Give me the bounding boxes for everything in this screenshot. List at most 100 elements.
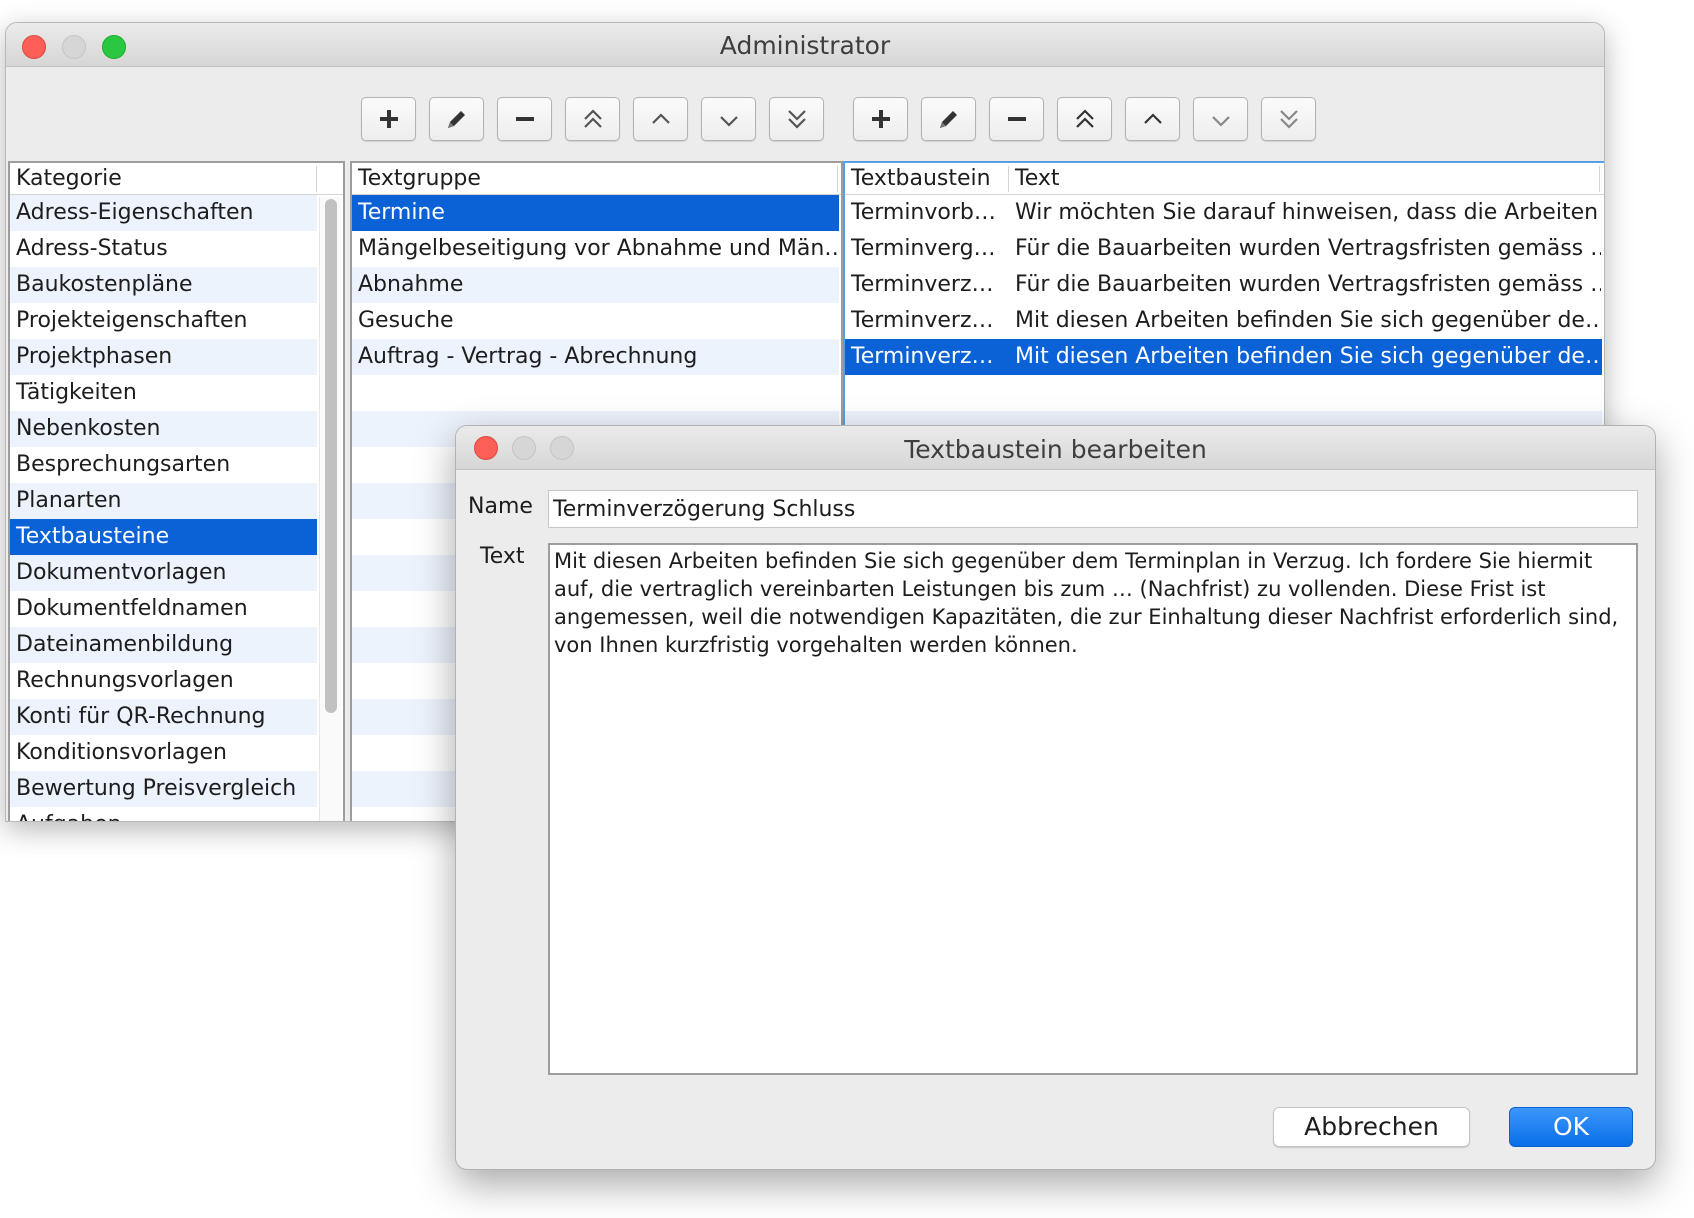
table-row[interactable]: Terminvorb… Wir möchten Sie darauf hinwei… <box>845 195 1602 231</box>
move-up-textbaustein-button[interactable] <box>1125 97 1180 141</box>
plus-icon <box>871 110 890 128</box>
column-separator <box>1599 166 1600 192</box>
kategorie-item[interactable]: Projekteigenschaften <box>10 303 317 339</box>
kategorie-scrollbar[interactable] <box>319 197 341 821</box>
dialog-title-bar[interactable]: Textbaustein bearbeiten <box>456 426 1655 470</box>
kategorie-item[interactable]: Textbausteine <box>10 519 317 555</box>
move-down-textbaustein-button[interactable] <box>1193 97 1248 141</box>
table-row[interactable]: Terminverz… Mit diesen Arbeiten befinden … <box>845 339 1602 375</box>
minus-icon <box>1007 117 1026 121</box>
kategorie-item-label: Adress-Status <box>16 236 168 261</box>
remove-textbaustein-button[interactable] <box>989 97 1044 141</box>
textbaustein-text-cell: Für die Bauarbeiten wurden Vertragsfrist… <box>1015 236 1601 261</box>
kategorie-scroll-thumb[interactable] <box>325 199 337 713</box>
kategorie-item-label: Textbausteine <box>16 524 170 549</box>
textgruppe-item[interactable]: Auftrag - Vertrag - Abrechnung <box>352 339 839 375</box>
textgruppe-item[interactable]: Abnahme <box>352 267 839 303</box>
textbaustein-text-cell: Mit diesen Arbeiten befinden Sie sich ge… <box>1015 308 1601 333</box>
textbaustein-name-cell: Terminverz… <box>851 272 994 297</box>
edit-textbaustein-button[interactable] <box>921 97 976 141</box>
textgruppe-item-label: Abnahme <box>358 272 464 297</box>
table-row[interactable]: Terminverg… Für die Bauarbeiten wurden Ve… <box>845 231 1602 267</box>
table-row[interactable]: Terminverz… Mit diesen Arbeiten befinden … <box>845 303 1602 339</box>
cancel-button[interactable]: Abbrechen <box>1273 1107 1470 1147</box>
double-chevron-down-icon <box>1279 110 1298 129</box>
textbaustein-name-cell: Terminvorb… <box>851 200 996 225</box>
textgruppe-item[interactable]: Gesuche <box>352 303 839 339</box>
kategorie-item-label: Baukostenpläne <box>16 272 193 297</box>
remove-textgruppe-button[interactable] <box>497 97 552 141</box>
kategorie-item[interactable]: Konti für QR-Rechnung <box>10 699 317 735</box>
kategorie-item[interactable]: Projektphasen <box>10 339 317 375</box>
plus-icon <box>379 110 398 128</box>
kategorie-item-label: Planarten <box>16 488 122 513</box>
textbaustein-text-cell: Wir möchten Sie darauf hinweisen, dass d… <box>1015 200 1601 225</box>
dialog-title: Textbaustein bearbeiten <box>904 435 1207 464</box>
textgruppe-item-label: Auftrag - Vertrag - Abrechnung <box>358 344 698 369</box>
title-bar[interactable]: Administrator <box>6 23 1604 67</box>
textgruppe-item[interactable]: Termine <box>352 195 839 231</box>
move-up-textgruppe-button[interactable] <box>633 97 688 141</box>
double-chevron-up-icon <box>1075 109 1094 128</box>
kategorie-item[interactable]: Adress-Status <box>10 231 317 267</box>
kategorie-item[interactable]: Baukostenpläne <box>10 267 317 303</box>
pencil-icon <box>939 111 957 128</box>
kategorie-header[interactable]: Kategorie <box>10 163 343 195</box>
kategorie-item-label: Dokumentvorlagen <box>16 560 227 585</box>
double-chevron-down-icon <box>787 110 806 129</box>
kategorie-item[interactable]: Dokumentvorlagen <box>10 555 317 591</box>
kategorie-item-label: Projekteigenschaften <box>16 308 248 333</box>
kategorie-item-label: Projektphasen <box>16 344 173 369</box>
edit-textgruppe-button[interactable] <box>429 97 484 141</box>
move-down-textgruppe-button[interactable] <box>701 97 756 141</box>
chevron-down-icon <box>1211 116 1230 127</box>
minus-icon <box>515 117 534 121</box>
name-label: Name <box>468 494 533 519</box>
text-area[interactable]: Mit diesen Arbeiten befinden Sie sich ge… <box>548 543 1638 1075</box>
textgruppe-item[interactable]: Mängelbeseitigung vor Abnahme und Män… <box>352 231 839 267</box>
kategorie-item[interactable]: Planarten <box>10 483 317 519</box>
kategorie-column-header[interactable]: Kategorie <box>10 163 122 195</box>
kategorie-item-label: Rechnungsvorlagen <box>16 668 234 693</box>
empty-row <box>845 375 1602 411</box>
table-row[interactable]: Terminverz… Für die Bauarbeiten wurden Ve… <box>845 267 1602 303</box>
kategorie-item[interactable]: Adress-Eigenschaften <box>10 195 317 231</box>
chevron-down-icon <box>719 116 738 127</box>
textgruppe-header[interactable]: Textgruppe <box>352 163 841 195</box>
textbaustein-edit-dialog: Textbaustein bearbeiten Name Text Mit di… <box>455 425 1656 1170</box>
move-top-textgruppe-button[interactable] <box>565 97 620 141</box>
move-bottom-textgruppe-button[interactable] <box>769 97 824 141</box>
kategorie-item[interactable]: Dateinamenbildung <box>10 627 317 663</box>
chevron-up-icon <box>651 113 670 124</box>
textbaustein-header[interactable]: Textbaustein Text <box>845 163 1604 195</box>
name-field[interactable] <box>548 490 1638 528</box>
textbaustein-text-cell: Mit diesen Arbeiten befinden Sie sich ge… <box>1015 344 1601 369</box>
kategorie-item-label: Bewertung Preisvergleich <box>16 776 297 801</box>
kategorie-item[interactable]: Aufgaben <box>10 807 317 821</box>
ok-button[interactable]: OK <box>1509 1107 1633 1147</box>
kategorie-item[interactable]: Tätigkeiten <box>10 375 317 411</box>
kategorie-item[interactable]: Rechnungsvorlagen <box>10 663 317 699</box>
kategorie-item[interactable]: Bewertung Preisvergleich <box>10 771 317 807</box>
kategorie-item[interactable]: Dokumentfeldnamen <box>10 591 317 627</box>
textgruppe-item-label: Termine <box>358 200 445 225</box>
text-column-header[interactable]: Text <box>1009 163 1060 195</box>
add-textgruppe-button[interactable] <box>361 97 416 141</box>
kategorie-list[interactable]: Kategorie Adress-Eigenschaften Adress-Sta… <box>8 161 345 821</box>
kategorie-item-label: Besprechungsarten <box>16 452 231 477</box>
column-separator <box>316 166 317 192</box>
kategorie-item[interactable]: Konditionsvorlagen <box>10 735 317 771</box>
textbaustein-column-header[interactable]: Textbaustein <box>845 163 991 195</box>
add-textbaustein-button[interactable] <box>853 97 908 141</box>
pencil-icon <box>447 111 465 128</box>
textbaustein-name-cell: Terminverg… <box>851 236 996 261</box>
chevron-up-icon <box>1143 113 1162 124</box>
move-bottom-textbaustein-button[interactable] <box>1261 97 1316 141</box>
kategorie-item[interactable]: Nebenkosten <box>10 411 317 447</box>
kategorie-item-label: Nebenkosten <box>16 416 161 441</box>
kategorie-item[interactable]: Besprechungsarten <box>10 447 317 483</box>
textgruppe-column-header[interactable]: Textgruppe <box>352 163 481 195</box>
column-separator <box>837 166 838 192</box>
textbaustein-name-cell: Terminverz… <box>851 344 994 369</box>
move-top-textbaustein-button[interactable] <box>1057 97 1112 141</box>
